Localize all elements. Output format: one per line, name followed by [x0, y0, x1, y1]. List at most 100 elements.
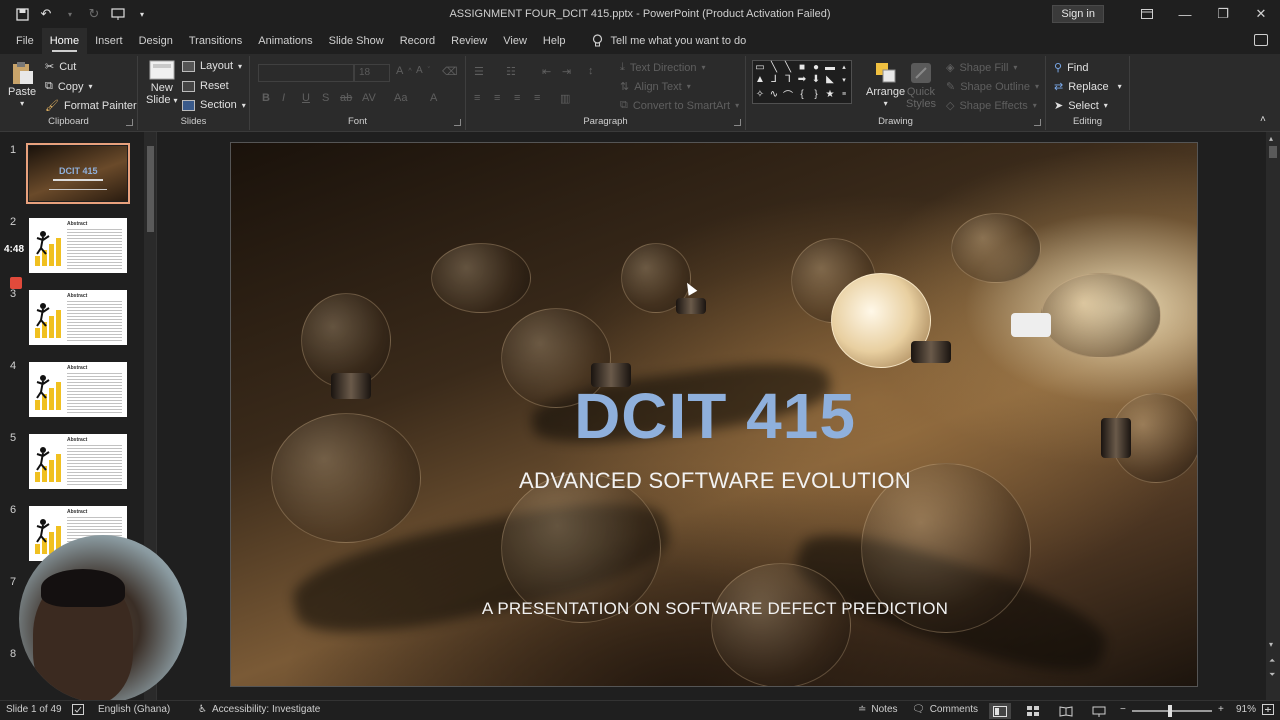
fit-slide-icon[interactable]: [1262, 704, 1274, 715]
comments-icon[interactable]: [1254, 34, 1268, 46]
shadow-icon[interactable]: S: [322, 92, 329, 104]
gallery-scroll-up-icon[interactable]: ▴: [842, 63, 846, 71]
reading-view-icon[interactable]: [1055, 703, 1077, 719]
slide-canvas[interactable]: DCIT 415 ADVANCED SOFTWARE EVOLUTION A P…: [230, 142, 1198, 687]
new-slide-button[interactable]: New Slide ▾: [146, 60, 178, 107]
zoom-slider-handle[interactable]: [1168, 705, 1172, 717]
shapes-gallery[interactable]: ▭ ╲ ╲ ■ ● ▬ ▴ ▲ ⅃ ⅂ ➡ ⬇ ◣ ▾ ✧ ∿ ⌒ { } ★: [752, 60, 852, 104]
rounded-rect-shape-icon[interactable]: ▬: [825, 62, 835, 73]
elbow-shape-icon[interactable]: ⅃: [771, 74, 777, 85]
grow-font-icon[interactable]: A ^: [396, 65, 412, 77]
cut-button[interactable]: ✂ Cut: [45, 60, 76, 74]
columns-icon[interactable]: ▥: [560, 92, 570, 105]
notes-button[interactable]: ≐ Notes: [858, 704, 898, 715]
language-indicator[interactable]: English (Ghana): [98, 704, 170, 715]
clear-formatting-icon[interactable]: ⌫: [442, 65, 458, 78]
align-center-icon[interactable]: ≡: [494, 92, 500, 104]
slide-thumbnail-5[interactable]: Abstract: [29, 434, 127, 489]
tab-design[interactable]: Design: [131, 28, 181, 54]
tab-review[interactable]: Review: [443, 28, 495, 54]
bold-icon[interactable]: B: [262, 92, 270, 104]
gallery-scroll-down-icon[interactable]: ▾: [842, 76, 846, 84]
tab-help[interactable]: Help: [535, 28, 574, 54]
paragraph-dialog-launcher[interactable]: [734, 119, 741, 126]
star-shape-icon[interactable]: ★: [826, 89, 835, 100]
tab-record[interactable]: Record: [392, 28, 443, 54]
justify-icon[interactable]: ≡: [534, 92, 540, 104]
slide-thumbnail-3[interactable]: Abstract: [29, 290, 127, 345]
slide-tagline[interactable]: A PRESENTATION ON SOFTWARE DEFECT PREDIC…: [231, 599, 1197, 619]
ribbon-display-options-icon[interactable]: [1128, 0, 1166, 28]
tab-file[interactable]: File: [8, 28, 42, 54]
undo-icon[interactable]: ↶: [38, 6, 54, 22]
arrow-line-shape-icon[interactable]: ╲: [785, 62, 791, 73]
scroll-up-icon[interactable]: ▴: [1269, 134, 1273, 143]
section-button[interactable]: Section ▾: [182, 99, 246, 111]
next-slide-icon[interactable]: ⏷: [1269, 670, 1275, 680]
comments-button[interactable]: 🗨 Comments: [912, 704, 978, 715]
rectangle-shape-icon[interactable]: ■: [799, 62, 805, 73]
triangle-shape-icon[interactable]: ▲: [755, 74, 765, 85]
undo-dropdown-icon[interactable]: ▾: [62, 6, 78, 22]
tell-me-search[interactable]: Tell me what you want to do: [592, 34, 746, 48]
decrease-indent-icon[interactable]: ⇤: [542, 65, 551, 78]
format-painter-button[interactable]: 🖌 Format Painter: [45, 99, 137, 113]
quick-styles-button[interactable]: Quick Styles: [906, 60, 936, 110]
character-spacing-icon[interactable]: AV: [362, 92, 376, 104]
paste-button[interactable]: Paste ▾: [8, 60, 36, 110]
tab-transitions[interactable]: Transitions: [181, 28, 250, 54]
bent-arrow-shape-icon[interactable]: ⅂: [785, 74, 791, 85]
slide-thumbnail-4[interactable]: Abstract: [29, 362, 127, 417]
textbox-shape-icon[interactable]: ▭: [755, 62, 764, 73]
callout-shape-icon[interactable]: ◣: [826, 74, 834, 85]
arrange-button[interactable]: Arrange ▾: [866, 60, 905, 110]
spelling-check-icon[interactable]: [72, 704, 84, 715]
slide-scrollbar-thumb[interactable]: [1269, 146, 1277, 158]
restore-icon[interactable]: ❐: [1204, 0, 1242, 28]
replace-button[interactable]: ⇄ Replace ▾: [1054, 80, 1122, 94]
copy-button[interactable]: ⧉ Copy ▾: [45, 80, 93, 93]
numbering-icon[interactable]: ☷: [506, 65, 516, 78]
slide-title[interactable]: DCIT 415: [231, 379, 1197, 453]
save-icon[interactable]: [14, 6, 30, 22]
shape-fill-button[interactable]: ◈ Shape Fill ▾: [946, 61, 1017, 75]
scroll-down-icon[interactable]: ▾: [1269, 640, 1273, 649]
slide-thumbnail-1[interactable]: DCIT 415: [26, 143, 130, 204]
clipboard-dialog-launcher[interactable]: [126, 119, 133, 126]
tab-animations[interactable]: Animations: [250, 28, 320, 54]
star-burst-shape-icon[interactable]: ✧: [756, 89, 764, 100]
reset-button[interactable]: Reset: [182, 80, 229, 92]
convert-smartart-button[interactable]: ⧉ Convert to SmartArt ▾: [620, 99, 739, 112]
zoom-level[interactable]: 91%: [1236, 704, 1256, 715]
previous-slide-icon[interactable]: ⏶: [1269, 656, 1275, 666]
shrink-font-icon[interactable]: Aˇ: [416, 65, 430, 76]
increase-indent-icon[interactable]: ⇥: [562, 65, 571, 78]
drawing-dialog-launcher[interactable]: [1034, 119, 1041, 126]
tab-slide-show[interactable]: Slide Show: [321, 28, 392, 54]
zoom-out-icon[interactable]: −: [1120, 704, 1126, 715]
minimize-icon[interactable]: —: [1166, 0, 1204, 28]
select-button[interactable]: ➤ Select ▾: [1054, 99, 1108, 113]
text-direction-button[interactable]: ⤓ Text Direction ▾: [620, 61, 706, 74]
change-case-icon[interactable]: Aa: [394, 92, 407, 104]
redo-icon[interactable]: ↻: [86, 6, 102, 22]
oval-shape-icon[interactable]: ●: [813, 62, 819, 73]
right-arrow-shape-icon[interactable]: ➡: [798, 74, 806, 85]
find-button[interactable]: ⚲ Find: [1054, 61, 1088, 75]
slide-subtitle[interactable]: ADVANCED SOFTWARE EVOLUTION: [231, 468, 1197, 494]
tab-insert[interactable]: Insert: [87, 28, 131, 54]
italic-icon[interactable]: I: [282, 92, 285, 104]
zoom-in-icon[interactable]: +: [1218, 704, 1224, 715]
tab-view[interactable]: View: [495, 28, 535, 54]
arc-shape-icon[interactable]: ⌒: [783, 87, 793, 102]
font-color-icon[interactable]: A: [430, 92, 437, 104]
curve-shape-icon[interactable]: ∿: [770, 89, 778, 100]
line-spacing-icon[interactable]: ↕: [588, 65, 594, 77]
font-size-field[interactable]: 18: [354, 64, 390, 82]
sign-in-button[interactable]: Sign in: [1052, 5, 1104, 23]
align-right-icon[interactable]: ≡: [514, 92, 520, 104]
font-name-field[interactable]: [258, 64, 354, 82]
slide-thumbnail-2[interactable]: Abstract: [29, 218, 127, 273]
shape-outline-button[interactable]: ✎ Shape Outline ▾: [946, 80, 1039, 94]
slide-sorter-icon[interactable]: [1022, 703, 1044, 719]
